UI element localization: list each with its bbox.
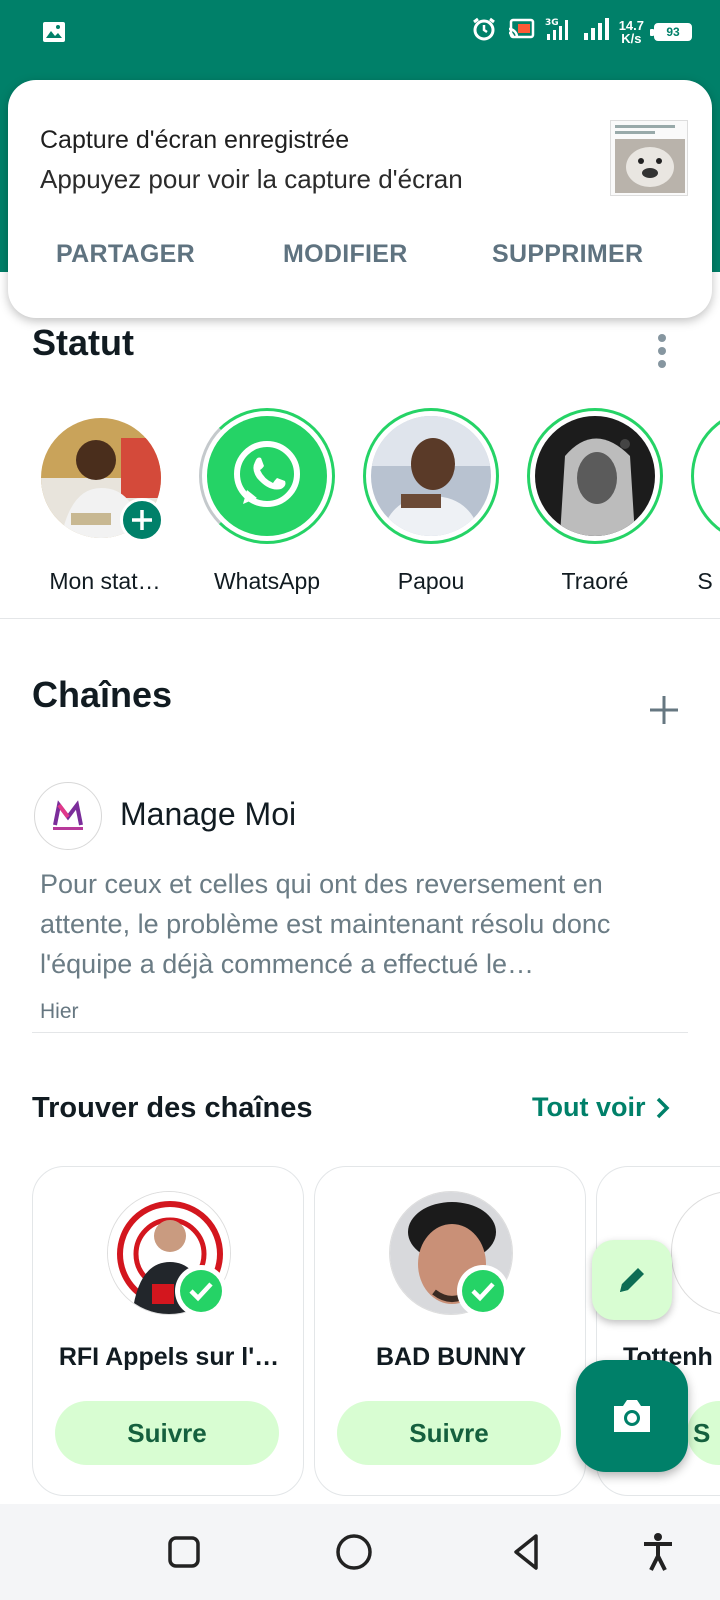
- section-divider: [0, 618, 720, 619]
- share-button[interactable]: PARTAGER: [56, 240, 195, 269]
- follow-button[interactable]: Suivre: [55, 1401, 279, 1465]
- back-button[interactable]: [506, 1530, 550, 1574]
- verified-icon: [457, 1265, 509, 1317]
- chevron-right-icon: [657, 1097, 670, 1118]
- channel-card-avatar: [671, 1191, 720, 1315]
- story-label: WhatsApp: [213, 568, 321, 594]
- avatar: [371, 416, 491, 536]
- new-text-status-button[interactable]: [592, 1240, 672, 1320]
- find-channels-title: Trouver des chaînes: [32, 1092, 313, 1124]
- pencil-icon: [620, 1268, 644, 1292]
- section-divider: [32, 1032, 688, 1033]
- camera-button[interactable]: [576, 1360, 688, 1472]
- story-label: S: [697, 568, 713, 594]
- notification-title: Capture d'écran enregistrée: [40, 126, 350, 154]
- channel-timestamp: Hier: [40, 1000, 79, 1023]
- edit-button[interactable]: MODIFIER: [283, 240, 408, 269]
- channel-avatar[interactable]: [34, 782, 102, 850]
- delete-button[interactable]: SUPPRIMER: [492, 240, 643, 269]
- network-speed: 14.7 K/s: [618, 17, 644, 46]
- add-status-icon[interactable]: [120, 498, 164, 542]
- cast-icon: [507, 17, 535, 46]
- avatar: [535, 416, 655, 536]
- see-all-link[interactable]: Tout voir: [532, 1092, 671, 1123]
- story-label: Papou: [397, 568, 465, 594]
- status-bar: 3G 14.7 K/s 93: [0, 0, 720, 64]
- channel-message-preview[interactable]: Pour ceux et celles qui ont des reversem…: [40, 864, 660, 984]
- channel-card[interactable]: RFI Appels sur l'… Suivre: [32, 1166, 304, 1496]
- signal-3g-icon: 3G: [545, 16, 573, 47]
- add-channel-icon[interactable]: [648, 694, 680, 726]
- notification-subtitle: Appuyez pour voir la capture d'écran: [40, 164, 463, 194]
- camera-icon: [614, 1400, 650, 1432]
- avatar: [207, 416, 327, 536]
- channel-card[interactable]: BAD BUNNY Suivre: [314, 1166, 586, 1496]
- screenshot-notification[interactable]: Capture d'écran enregistrée Appuyez pour…: [8, 80, 712, 318]
- battery-icon: 93: [650, 22, 692, 41]
- channel-card-name: RFI Appels sur l'…: [58, 1343, 280, 1371]
- follow-button[interactable]: Suivre: [337, 1401, 561, 1465]
- gallery-icon: [42, 20, 66, 49]
- signal-icon: [583, 17, 609, 46]
- alarm-icon: [471, 16, 497, 47]
- accessibility-icon[interactable]: [636, 1530, 680, 1574]
- story-label: Mon stat…: [49, 568, 161, 594]
- channel-name[interactable]: Manage Moi: [120, 796, 296, 833]
- more-options-icon[interactable]: [656, 332, 668, 372]
- system-navigation-bar: [0, 1504, 720, 1600]
- status-title: Statut: [32, 322, 134, 363]
- status-stories: Mon stat… WhatsApp Papou Traoré S: [0, 408, 720, 604]
- channels-title: Chaînes: [32, 674, 173, 715]
- verified-icon: [175, 1265, 227, 1317]
- home-button[interactable]: [332, 1530, 376, 1574]
- svg-text:3G: 3G: [545, 18, 559, 28]
- recents-button[interactable]: [162, 1530, 206, 1574]
- screenshot-thumbnail[interactable]: [610, 120, 688, 196]
- see-all-label: Tout voir: [532, 1092, 646, 1122]
- channel-card-name: BAD BUNNY: [376, 1343, 526, 1371]
- follow-button[interactable]: S: [687, 1401, 720, 1465]
